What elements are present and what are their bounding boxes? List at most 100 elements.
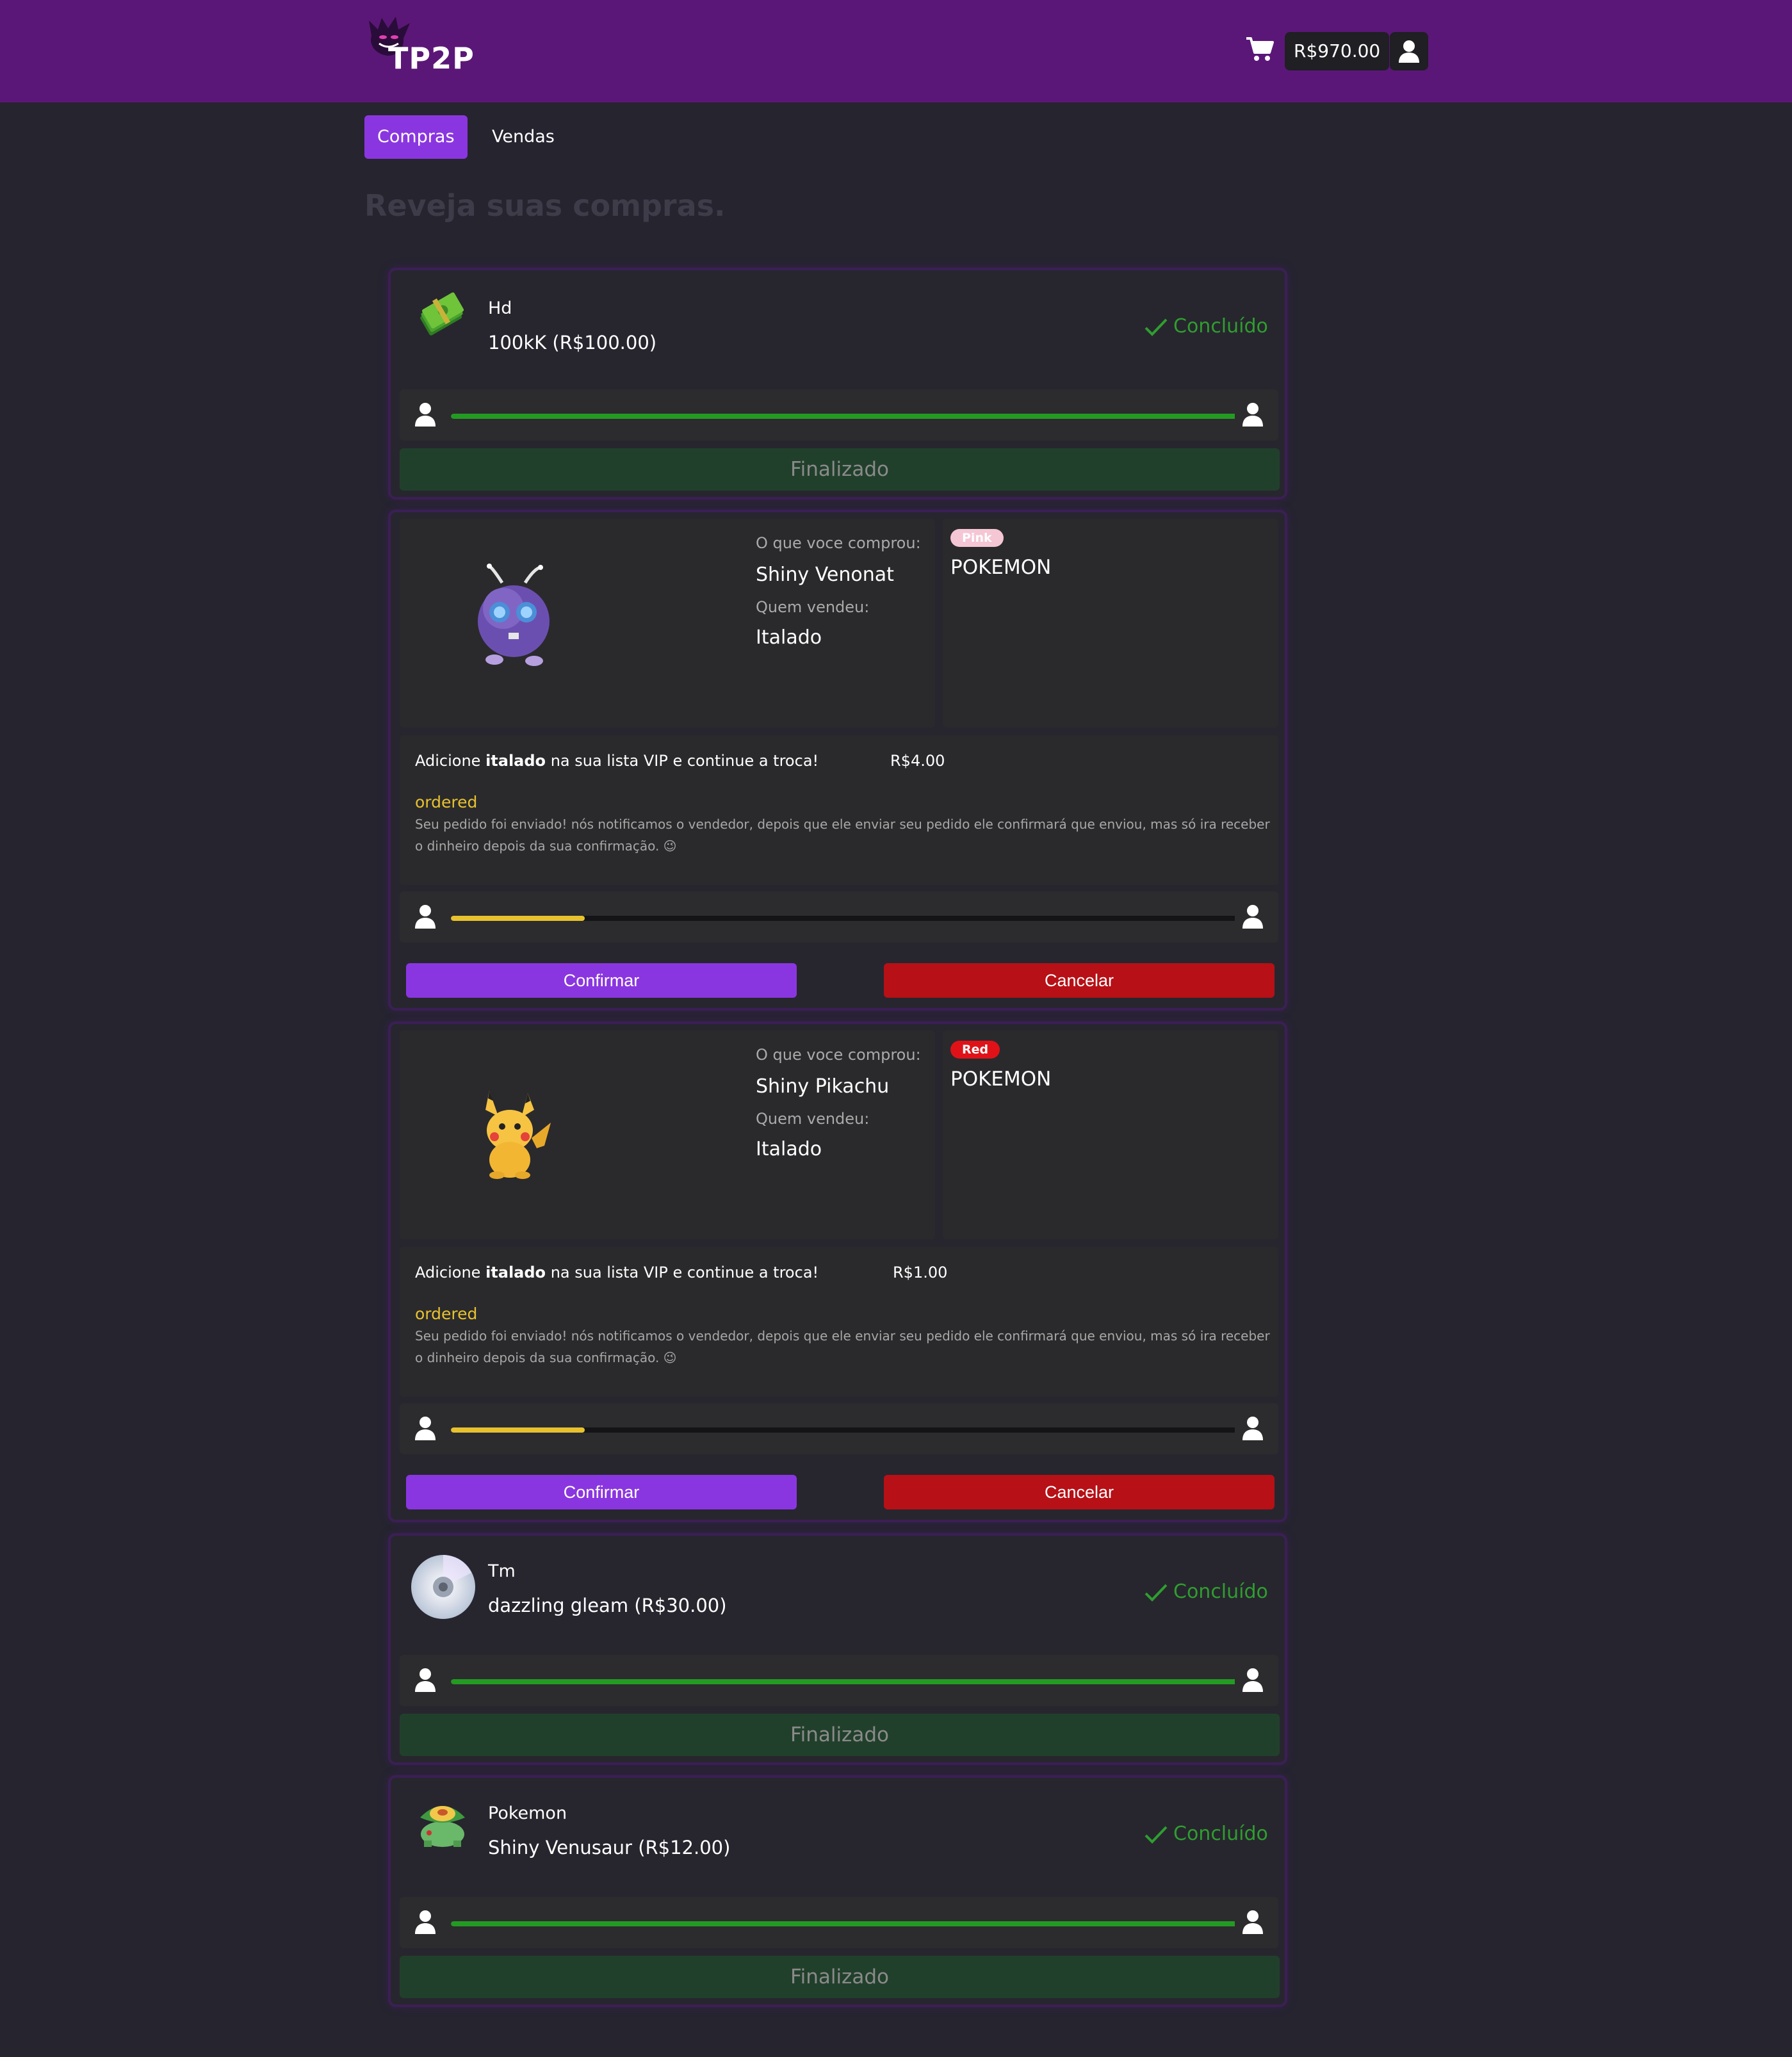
user-icon xyxy=(415,1668,436,1692)
seller-label: Quem vendeu: xyxy=(756,1110,870,1128)
status-badge: Concluído xyxy=(1144,1823,1278,1848)
finalized-button: Finalizado xyxy=(400,448,1280,491)
status-text: Concluído xyxy=(1173,315,1268,337)
color-tag: Red xyxy=(950,1041,1000,1059)
order-card: O que voce comprou: Shiny Venonat Quem v… xyxy=(388,510,1287,1011)
order-card: Hd 100kK (R$100.00) Concluído Finalizado xyxy=(388,268,1287,500)
status-badge: Concluído xyxy=(1144,315,1278,341)
buyer-avatar xyxy=(407,1663,443,1698)
item-name: dazzling gleam (R$30.00) xyxy=(488,1595,727,1616)
progress-fill xyxy=(451,1921,1240,1926)
money-stack-icon xyxy=(420,292,464,336)
category-label: POKEMON xyxy=(950,556,1052,579)
check-icon xyxy=(1144,1826,1168,1844)
vip-seller-link[interactable]: italado xyxy=(485,1264,546,1281)
order-card: Tm dazzling gleam (R$30.00) Concluído Fi… xyxy=(388,1533,1287,1765)
status-text: Concluído xyxy=(1173,1581,1268,1603)
check-icon xyxy=(1144,1584,1168,1602)
buyer-avatar xyxy=(407,397,443,433)
vip-message: Adicione italado na sua lista VIP e cont… xyxy=(415,752,819,770)
item-name: Shiny Venonat xyxy=(756,564,894,586)
venusaur-sprite xyxy=(420,1806,465,1847)
cancel-button[interactable]: Cancelar xyxy=(884,1475,1275,1509)
confirm-button[interactable]: Confirmar xyxy=(406,1475,797,1509)
account-button[interactable] xyxy=(1390,32,1428,70)
seller-name: Italado xyxy=(756,1138,822,1160)
progress-track xyxy=(451,1679,1240,1684)
venonat-sprite xyxy=(478,564,550,666)
user-icon xyxy=(415,1417,436,1440)
user-icon xyxy=(1242,1417,1263,1440)
top-navbar: TP2P R$970.00 xyxy=(0,0,1792,102)
user-icon xyxy=(415,1910,436,1934)
user-icon xyxy=(415,905,436,929)
progress-fill xyxy=(451,1427,585,1433)
seller-avatar xyxy=(1235,1905,1271,1940)
user-icon xyxy=(1242,1668,1263,1692)
order-state: ordered xyxy=(415,793,478,811)
order-info-panel: Adicione italado na sua lista VIP e cont… xyxy=(400,1247,1278,1397)
item-name: 100kK (R$100.00) xyxy=(488,332,657,354)
color-tag: Pink xyxy=(950,529,1004,547)
seller-avatar xyxy=(1235,397,1271,433)
bought-label: O que voce comprou: xyxy=(756,534,921,552)
site-logo[interactable]: TP2P xyxy=(365,13,493,90)
vip-seller-link[interactable]: italado xyxy=(485,752,546,770)
logo-text: TP2P xyxy=(388,41,475,76)
order-price: R$1.00 xyxy=(893,1264,948,1281)
order-card: Pokemon Shiny Venusaur (R$12.00) Concluí… xyxy=(388,1775,1287,2007)
tab-vendas[interactable]: Vendas xyxy=(479,115,567,159)
order-card: O que voce comprou: Shiny Pikachu Quem v… xyxy=(388,1021,1287,1522)
order-notice: Seu pedido foi enviado! nós notificamos … xyxy=(415,817,1270,854)
category-panel: Pink POKEMON xyxy=(943,519,1278,728)
user-icon xyxy=(1242,403,1263,427)
buyer-avatar xyxy=(407,899,443,935)
category-label: POKEMON xyxy=(950,1068,1052,1091)
progress-track xyxy=(451,916,1240,921)
balance-display[interactable]: R$970.00 xyxy=(1285,32,1390,70)
finalized-button: Finalizado xyxy=(400,1956,1280,1998)
page-title: Reveja suas compras. xyxy=(364,188,726,223)
category-panel: Red POKEMON xyxy=(943,1030,1278,1239)
confirm-button[interactable]: Confirmar xyxy=(406,963,797,998)
user-icon xyxy=(1242,1910,1263,1934)
progress-panel xyxy=(400,1655,1278,1706)
bought-label: O que voce comprou: xyxy=(756,1046,921,1064)
seller-name: Italado xyxy=(756,626,822,649)
progress-fill xyxy=(451,1679,1240,1684)
progress-track xyxy=(451,414,1240,419)
buyer-avatar xyxy=(407,1411,443,1447)
cancel-button[interactable]: Cancelar xyxy=(884,963,1275,998)
progress-fill xyxy=(451,414,1240,419)
progress-panel xyxy=(400,1897,1278,1948)
status-badge: Concluído xyxy=(1144,1581,1278,1606)
user-icon xyxy=(1242,905,1263,929)
vip-message: Adicione italado na sua lista VIP e cont… xyxy=(415,1264,819,1281)
item-name: Shiny Pikachu xyxy=(756,1075,890,1098)
check-icon xyxy=(1144,318,1168,336)
progress-panel xyxy=(400,389,1278,441)
progress-panel xyxy=(400,1403,1278,1454)
order-state: ordered xyxy=(415,1305,478,1323)
status-text: Concluído xyxy=(1173,1823,1268,1845)
seller-avatar xyxy=(1235,1663,1271,1698)
seller-avatar xyxy=(1235,899,1271,935)
order-notice: Seu pedido foi enviado! nós notificamos … xyxy=(415,1328,1270,1365)
order-info-panel: Adicione italado na sua lista VIP e cont… xyxy=(400,735,1278,885)
progress-panel xyxy=(400,891,1278,943)
cd-disc-icon xyxy=(411,1555,475,1619)
buyer-avatar xyxy=(407,1905,443,1940)
item-name: Shiny Venusaur (R$12.00) xyxy=(488,1837,731,1858)
item-category: Pokemon xyxy=(488,1803,567,1823)
item-category: Hd xyxy=(488,298,512,318)
pikachu-sprite xyxy=(485,1091,551,1179)
product-panel: O que voce comprou: Shiny Pikachu Quem v… xyxy=(400,1030,935,1239)
progress-track xyxy=(451,1921,1240,1926)
seller-avatar xyxy=(1235,1411,1271,1447)
tab-compras[interactable]: Compras xyxy=(364,115,468,159)
finalized-button: Finalizado xyxy=(400,1714,1280,1756)
user-icon xyxy=(1399,40,1419,63)
cart-icon[interactable] xyxy=(1245,36,1275,63)
order-price: R$4.00 xyxy=(890,752,945,770)
seller-label: Quem vendeu: xyxy=(756,598,870,616)
